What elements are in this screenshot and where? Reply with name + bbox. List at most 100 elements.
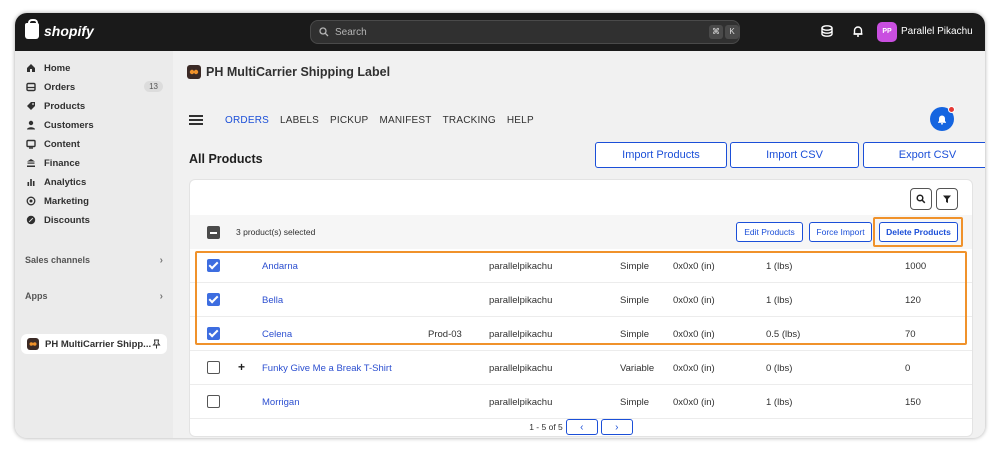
sidebar-item-discounts[interactable]: Discounts	[25, 211, 165, 229]
avatar[interactable]: PP	[877, 22, 897, 42]
table-row[interactable]: + Funky Give Me a Break T-Shirt parallel…	[190, 351, 972, 385]
row-checkbox[interactable]	[207, 259, 220, 272]
sidebar-item-products[interactable]: Products	[25, 97, 165, 115]
notification-bell-icon[interactable]	[851, 24, 865, 38]
product-type: Variable	[620, 363, 655, 374]
user-name[interactable]: Parallel Pikachu	[901, 26, 973, 37]
app-item-label: PH MultiCarrier Shipp...	[45, 338, 152, 350]
sidebar-item-label: Customers	[44, 119, 94, 131]
sidebar-item-finance[interactable]: Finance	[25, 154, 165, 172]
product-dimensions: 0x0x0 (in)	[673, 295, 715, 306]
product-sku: Prod-03	[428, 329, 462, 340]
product-vendor: parallelpikachu	[489, 363, 553, 374]
app-title-text: PH MultiCarrier Shipping Label	[206, 65, 391, 79]
menu-help[interactable]: HELP	[507, 115, 534, 126]
menu-tracking[interactable]: TRACKING	[443, 115, 496, 126]
apps-section[interactable]: Apps ›	[25, 291, 165, 302]
row-checkbox[interactable]	[207, 395, 220, 408]
sales-channels-label: Sales channels	[25, 255, 91, 265]
prev-page-button[interactable]: ‹	[565, 419, 598, 435]
home-icon	[25, 62, 37, 74]
select-all-checkbox[interactable]	[207, 226, 220, 239]
product-weight: 0 (lbs)	[766, 363, 793, 374]
import-products-button[interactable]: Import Products	[595, 142, 727, 168]
sidebar-item-label: Orders	[44, 81, 76, 93]
shopify-logo[interactable]: shopify	[25, 19, 94, 39]
product-quantity: 120	[905, 295, 921, 306]
app-window: shopify Search ⌘ K PP Parallel Pikachu H…	[15, 13, 985, 438]
bar-chart-icon	[25, 176, 37, 188]
table-row[interactable]: Andarna parallelpikachu Simple 0x0x0 (in…	[190, 249, 972, 283]
sidebar-item-label: Home	[44, 62, 71, 74]
product-name-link[interactable]: Morrigan	[262, 397, 300, 408]
menu-pickup[interactable]: PICKUP	[330, 115, 368, 126]
row-checkbox[interactable]	[207, 361, 220, 374]
bell-icon	[938, 115, 946, 125]
app-notification-button[interactable]	[930, 106, 955, 131]
sidebar-item-label: Content	[44, 138, 80, 150]
sidebar-item-home[interactable]: Home	[25, 59, 165, 77]
pin-icon[interactable]	[152, 339, 161, 349]
product-dimensions: 0x0x0 (in)	[673, 397, 715, 408]
product-quantity: 1000	[905, 261, 927, 272]
filter-button[interactable]	[936, 188, 958, 210]
search-icon	[916, 194, 926, 204]
force-import-button[interactable]: Force Import	[809, 222, 872, 242]
sidebar-item-orders[interactable]: Orders 13	[25, 78, 165, 96]
shortcut-key-cmd: ⌘	[709, 25, 723, 39]
sidebar-item-label: Analytics	[44, 176, 87, 188]
product-type: Simple	[620, 261, 650, 272]
pagination: 1 - 5 of 5 ‹ ›	[190, 416, 972, 438]
table-row[interactable]: Celena Prod-03 parallelpikachu Simple 0x…	[190, 317, 972, 351]
product-quantity: 70	[905, 329, 916, 340]
sidebar-item-ph-multicarrier[interactable]: PH MultiCarrier Shipp...	[21, 334, 167, 354]
row-checkbox[interactable]	[207, 293, 220, 306]
delete-products-button[interactable]: Delete Products	[879, 222, 958, 242]
storage-icon[interactable]	[820, 24, 834, 38]
search-placeholder: Search	[335, 26, 367, 38]
next-page-button[interactable]: ›	[600, 419, 633, 435]
apps-label: Apps	[25, 291, 48, 301]
tag-icon	[25, 100, 37, 112]
hamburger-menu-icon[interactable]	[189, 113, 203, 127]
shortcut-key-k: K	[725, 25, 739, 39]
row-checkbox[interactable]	[207, 327, 220, 340]
table-row[interactable]: Bella parallelpikachu Simple 0x0x0 (in) …	[190, 283, 972, 317]
ph-app-icon	[27, 338, 39, 350]
menu-labels[interactable]: LABELS	[280, 115, 319, 126]
expand-variants-icon[interactable]: +	[238, 360, 245, 374]
product-name-link[interactable]: Bella	[262, 295, 283, 306]
menu-manifest[interactable]: MANIFEST	[379, 115, 431, 126]
product-name-link[interactable]: Celena	[262, 329, 292, 340]
edit-products-button[interactable]: Edit Products	[736, 222, 803, 242]
sales-channels-section[interactable]: Sales channels ›	[25, 255, 165, 266]
sidebar-item-marketing[interactable]: Marketing	[25, 192, 165, 210]
sidebar-item-label: Marketing	[44, 195, 89, 207]
product-name-link[interactable]: Andarna	[262, 261, 298, 272]
search-icon	[319, 27, 329, 37]
chevron-right-icon: ›	[159, 255, 163, 266]
table-row[interactable]: Morrigan parallelpikachu Simple 0x0x0 (i…	[190, 385, 972, 419]
bulk-actions-bar: 3 product(s) selected Edit Products Forc…	[190, 215, 972, 249]
product-type: Simple	[620, 329, 650, 340]
page-title: PH MultiCarrier Shipping Label	[187, 65, 390, 79]
product-dimensions: 0x0x0 (in)	[673, 363, 715, 374]
menu-orders[interactable]: ORDERS	[225, 115, 269, 126]
product-name-link[interactable]: Funky Give Me a Break T-Shirt	[262, 363, 392, 374]
sidebar-item-content[interactable]: Content	[25, 135, 165, 153]
product-dimensions: 0x0x0 (in)	[673, 329, 715, 340]
export-csv-button[interactable]: Export CSV	[863, 142, 985, 168]
orders-icon	[25, 81, 37, 93]
import-csv-button[interactable]: Import CSV	[730, 142, 859, 168]
content-icon	[25, 138, 37, 150]
product-quantity: 0	[905, 363, 911, 374]
search-input[interactable]: Search ⌘ K	[310, 20, 740, 44]
orders-count-badge: 13	[144, 81, 163, 92]
pagination-range: 1 - 5 of 5	[529, 422, 563, 432]
product-vendor: parallelpikachu	[489, 295, 553, 306]
sidebar-item-analytics[interactable]: Analytics	[25, 173, 165, 191]
sidebar-item-customers[interactable]: Customers	[25, 116, 165, 134]
search-table-button[interactable]	[910, 188, 932, 210]
chevron-right-icon: ›	[159, 291, 163, 302]
section-heading: All Products	[189, 152, 263, 166]
